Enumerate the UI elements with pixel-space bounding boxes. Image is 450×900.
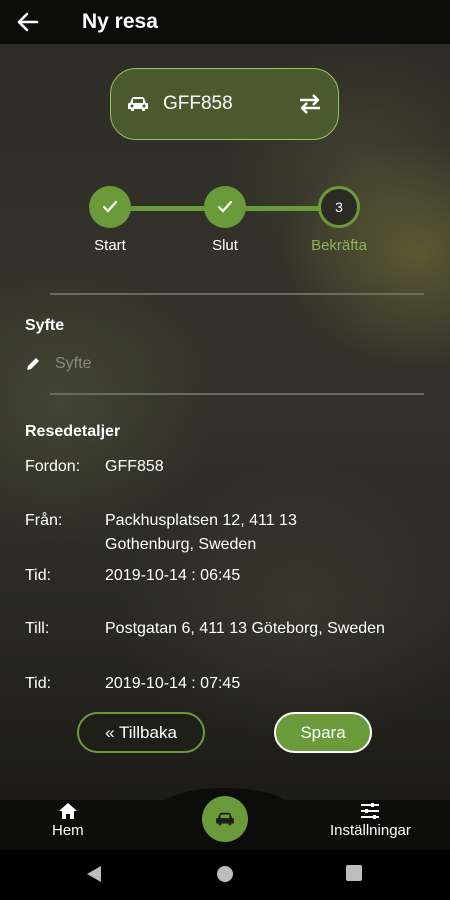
step-label-start: Start xyxy=(94,237,126,254)
trip-details-heading: Resedetaljer xyxy=(25,423,121,440)
vehicle-label: Fordon: xyxy=(25,458,81,475)
system-navigation-bar xyxy=(0,850,450,900)
step-end-check xyxy=(204,186,246,228)
car-icon xyxy=(216,812,234,826)
from-time-label: Tid: xyxy=(25,567,52,584)
page-title: Ny resa xyxy=(82,10,158,33)
car-icon xyxy=(128,97,148,111)
step-connector xyxy=(245,206,325,211)
system-back-icon[interactable] xyxy=(85,864,103,884)
arrow-left-icon xyxy=(17,12,39,32)
app-bar: Ny resa xyxy=(0,0,450,44)
progress-stepper: 3 Start Slut Bekräfta xyxy=(0,186,450,266)
save-button[interactable]: Spara xyxy=(274,712,372,753)
to-time-label: Tid: xyxy=(25,675,52,692)
system-home-icon[interactable] xyxy=(215,864,235,884)
nav-settings-label: Inställningar xyxy=(330,822,411,839)
step-confirm-number: 3 xyxy=(318,186,360,228)
from-address: Packhusplatsen 12, 411 13 Gothenburg, Sw… xyxy=(105,512,297,553)
step-connector xyxy=(130,206,210,211)
vehicle-selector[interactable]: GFF858 xyxy=(110,68,339,140)
new-trip-fab[interactable] xyxy=(202,796,248,842)
from-label: Från: xyxy=(25,512,63,529)
from-time-value: 2019-10-14 : 06:45 xyxy=(105,567,241,584)
back-step-button[interactable]: « Tillbaka xyxy=(77,712,205,753)
check-icon xyxy=(217,200,233,213)
step-label-end: Slut xyxy=(212,237,238,254)
divider xyxy=(50,393,424,395)
purpose-field[interactable] xyxy=(25,355,355,373)
nav-home[interactable]: Hem xyxy=(52,802,84,839)
vehicle-plate: GFF858 xyxy=(163,93,233,114)
divider xyxy=(50,293,424,295)
to-time-value: 2019-10-14 : 07:45 xyxy=(105,675,241,692)
to-label: Till: xyxy=(25,620,50,637)
vehicle-value: GFF858 xyxy=(105,458,164,475)
to-address: Postgatan 6, 411 13 Göteborg, Sweden xyxy=(105,620,385,637)
step-start-check xyxy=(89,186,131,228)
pencil-icon xyxy=(27,358,39,370)
system-recents-icon[interactable] xyxy=(345,864,363,882)
back-button[interactable] xyxy=(0,0,56,44)
check-icon xyxy=(102,200,118,213)
bottom-navigation: Hem Inställningar xyxy=(0,788,450,850)
purpose-input[interactable] xyxy=(55,355,355,373)
swap-icon[interactable] xyxy=(298,94,322,114)
nav-settings[interactable]: Inställningar xyxy=(330,802,411,839)
purpose-heading: Syfte xyxy=(25,317,65,334)
sliders-icon xyxy=(361,803,380,819)
home-icon xyxy=(58,803,77,819)
step-label-confirm: Bekräfta xyxy=(311,237,367,254)
nav-home-label: Hem xyxy=(52,822,84,839)
